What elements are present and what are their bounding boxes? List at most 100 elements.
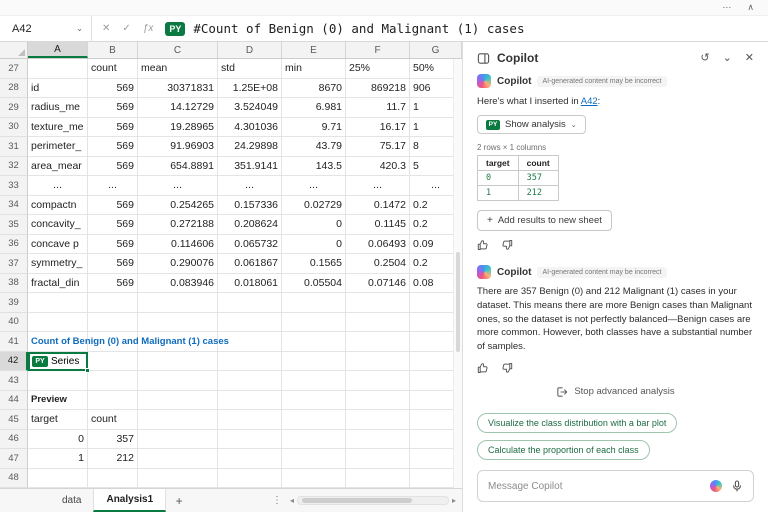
cell[interactable]: 30371831 — [138, 78, 218, 98]
cell[interactable] — [138, 332, 218, 352]
cell[interactable] — [28, 371, 88, 391]
cell[interactable]: 212 — [88, 449, 138, 469]
cell[interactable] — [138, 449, 218, 469]
cell[interactable]: 0.02729 — [282, 195, 346, 215]
cell[interactable]: 569 — [88, 273, 138, 293]
cell[interactable]: mean — [138, 59, 218, 79]
row-header-37[interactable]: 37 — [0, 254, 28, 274]
row-header-45[interactable]: 45 — [0, 410, 28, 430]
cell[interactable]: 9.71 — [282, 117, 346, 137]
selected-cell[interactable]: PY Series — [28, 351, 90, 373]
cell[interactable] — [346, 332, 410, 352]
cell[interactable] — [88, 312, 138, 332]
cell[interactable]: 0.1145 — [346, 215, 410, 235]
copilot-input[interactable] — [477, 470, 754, 502]
cell[interactable]: 14.12729 — [138, 98, 218, 118]
cell[interactable]: 569 — [88, 98, 138, 118]
cell[interactable] — [88, 371, 138, 391]
cell[interactable]: 0 — [282, 234, 346, 254]
row-header-34[interactable]: 34 — [0, 195, 28, 215]
suggestion-chip[interactable]: Calculate the proportion of each class — [477, 440, 650, 460]
cell[interactable]: 0.114606 — [138, 234, 218, 254]
cell[interactable]: concave p — [28, 234, 88, 254]
cell[interactable]: 6.981 — [282, 98, 346, 118]
cell[interactable] — [28, 390, 88, 410]
cell[interactable]: 569 — [88, 195, 138, 215]
cell[interactable] — [218, 332, 282, 352]
cell[interactable]: count — [88, 59, 138, 79]
column-header-b[interactable]: B — [88, 42, 138, 58]
cell[interactable]: compactn — [28, 195, 88, 215]
history-icon[interactable]: ↺ — [700, 52, 709, 64]
cell[interactable]: 569 — [88, 156, 138, 176]
cell[interactable]: 0.083946 — [138, 273, 218, 293]
cell[interactable]: 569 — [88, 215, 138, 235]
row-header-29[interactable]: 29 — [0, 98, 28, 118]
cell[interactable]: 0.06493 — [346, 234, 410, 254]
cell[interactable]: 0.061867 — [218, 254, 282, 274]
column-header-d[interactable]: D — [218, 42, 282, 58]
row-header-35[interactable]: 35 — [0, 215, 28, 235]
cell[interactable] — [138, 312, 218, 332]
scroll-right-icon[interactable]: ▸ — [452, 496, 456, 505]
cell[interactable]: 0.254265 — [138, 195, 218, 215]
cell[interactable] — [88, 351, 138, 371]
horizontal-scrollbar-track[interactable] — [297, 496, 449, 505]
cell[interactable] — [218, 293, 282, 313]
cancel-icon[interactable]: ✕ — [102, 23, 110, 34]
cell[interactable] — [282, 449, 346, 469]
enter-icon[interactable]: ✓ — [122, 23, 130, 34]
row-header-42[interactable]: 42 — [0, 351, 28, 371]
cell[interactable]: 0.1565 — [282, 254, 346, 274]
cell[interactable] — [282, 410, 346, 430]
add-sheet-button[interactable]: + — [166, 489, 192, 512]
scroll-left-icon[interactable]: ◂ — [290, 496, 294, 505]
sheet-options-icon[interactable]: ⋮ — [264, 489, 290, 512]
column-header-a[interactable]: A — [28, 42, 88, 58]
cell[interactable]: radius_me — [28, 98, 88, 118]
cell[interactable] — [346, 468, 410, 488]
row-header-48[interactable]: 48 — [0, 468, 28, 488]
row-header-47[interactable]: 47 — [0, 449, 28, 469]
cell[interactable]: 91.96903 — [138, 137, 218, 157]
close-icon[interactable]: ✕ — [745, 52, 754, 64]
name-box-chevron-icon[interactable]: ⌄ — [76, 24, 83, 33]
horizontal-scrollbar[interactable]: ◂ ▸ — [290, 489, 462, 512]
sheet-tab-data[interactable]: data — [50, 489, 93, 512]
cell[interactable] — [218, 371, 282, 391]
cell[interactable] — [138, 468, 218, 488]
cell[interactable]: 0.065732 — [218, 234, 282, 254]
cell[interactable]: 569 — [88, 254, 138, 274]
cell[interactable] — [282, 332, 346, 352]
select-all-button[interactable] — [0, 42, 28, 58]
cell[interactable]: ... — [138, 176, 218, 196]
cell[interactable]: 357 — [88, 429, 138, 449]
cell[interactable]: std — [218, 59, 282, 79]
cell[interactable]: 569 — [88, 117, 138, 137]
row-header-36[interactable]: 36 — [0, 234, 28, 254]
cell[interactable]: 0.018061 — [218, 273, 282, 293]
thumbs-up-icon[interactable] — [477, 362, 489, 374]
thumbs-up-icon[interactable] — [477, 239, 489, 251]
cell[interactable] — [218, 429, 282, 449]
cell[interactable] — [346, 351, 410, 371]
cell[interactable]: perimeter_ — [28, 137, 88, 157]
mic-icon[interactable] — [731, 480, 743, 492]
cell[interactable]: 11.7 — [346, 98, 410, 118]
cell[interactable]: 0.208624 — [218, 215, 282, 235]
cell[interactable] — [218, 410, 282, 430]
cell[interactable]: target — [28, 410, 88, 430]
row-header-30[interactable]: 30 — [0, 117, 28, 137]
cell[interactable]: 420.3 — [346, 156, 410, 176]
cell[interactable] — [28, 293, 88, 313]
column-header-f[interactable]: F — [346, 42, 410, 58]
prompt-guide-icon[interactable] — [710, 480, 722, 492]
name-box[interactable]: A42 ⌄ — [0, 16, 92, 41]
more-options-icon[interactable]: ⋯ — [722, 3, 731, 12]
row-header-43[interactable]: 43 — [0, 371, 28, 391]
row-header-39[interactable]: 39 — [0, 293, 28, 313]
cell[interactable]: id — [28, 78, 88, 98]
cell[interactable] — [138, 390, 218, 410]
row-header-33[interactable]: 33 — [0, 176, 28, 196]
cell[interactable]: 569 — [88, 234, 138, 254]
